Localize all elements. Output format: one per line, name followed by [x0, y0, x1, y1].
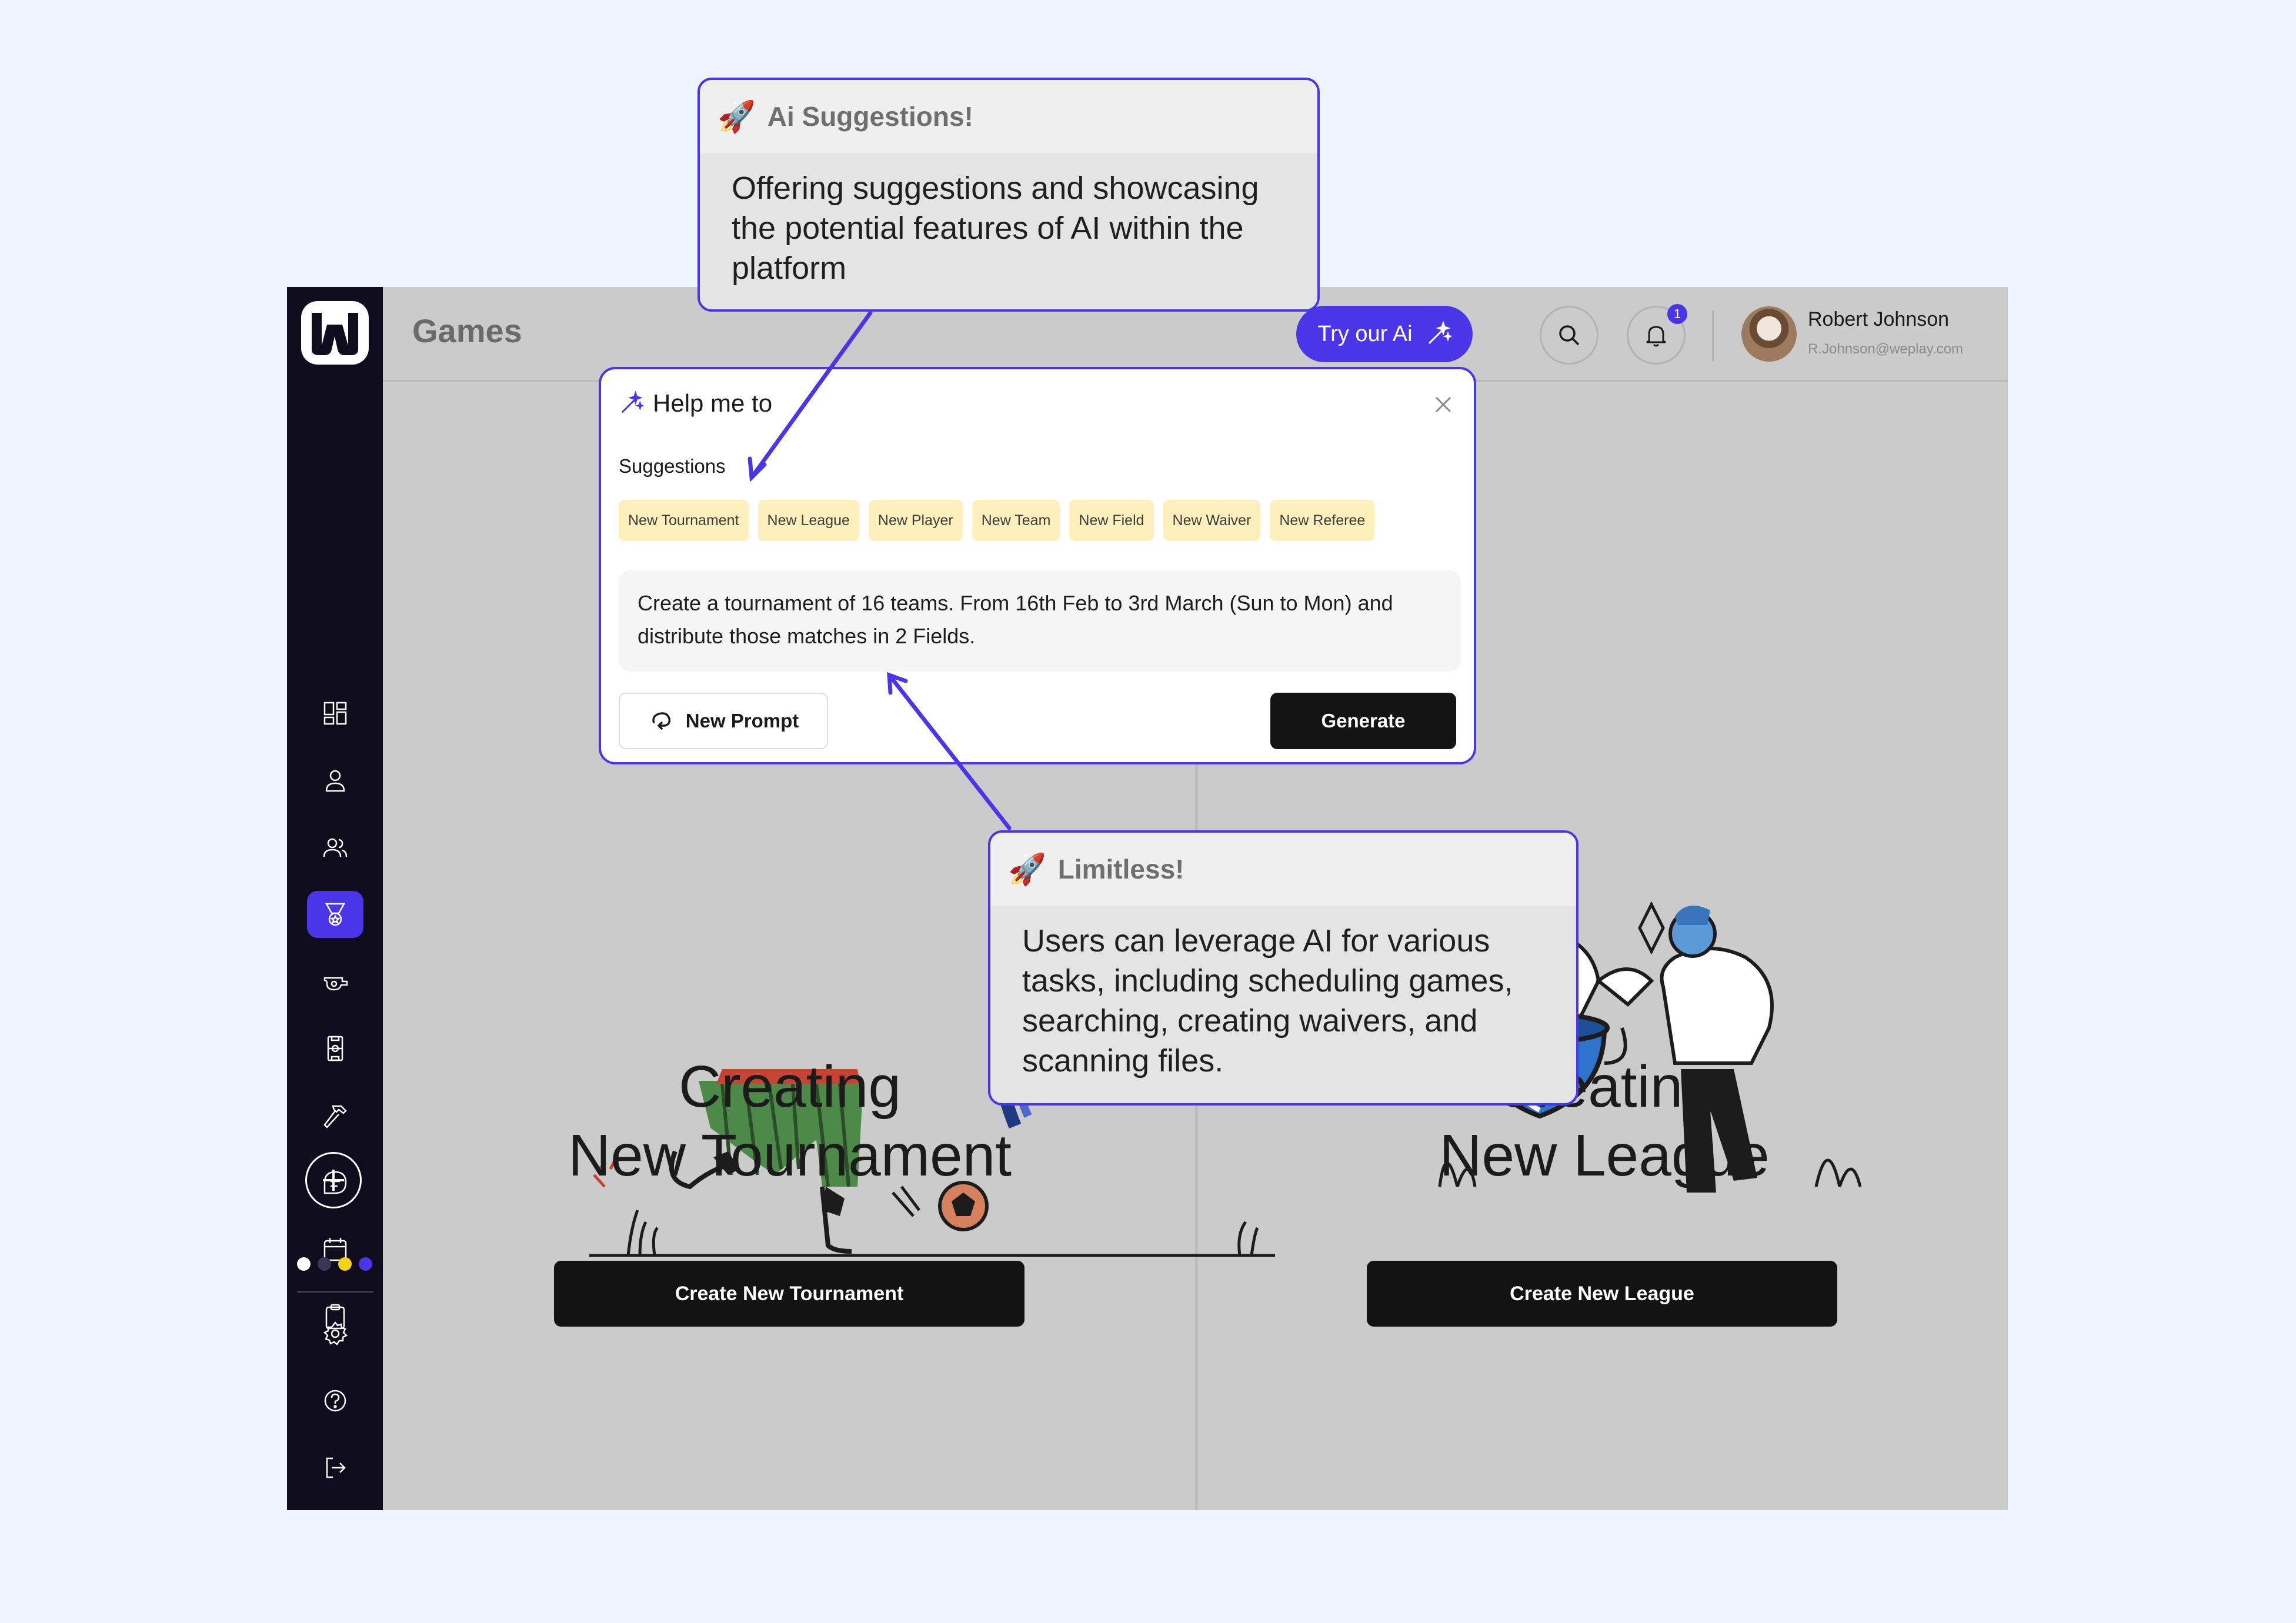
weplay-logo — [301, 301, 369, 365]
add-button[interactable] — [305, 1152, 362, 1208]
sidebar-item-tournaments[interactable] — [307, 891, 363, 938]
sidebar-item-referees[interactable] — [307, 958, 363, 1005]
close-icon[interactable] — [1431, 393, 1455, 416]
callout-title: Limitless! — [1057, 854, 1184, 884]
theme-dot-yellow[interactable] — [338, 1257, 352, 1271]
medal-icon — [325, 903, 346, 926]
prompt-input[interactable]: Create a tournament of 16 teams. From 16… — [619, 570, 1461, 672]
tournament-title-line2: New Tournament — [568, 1123, 1012, 1188]
sidebar-divider — [297, 1291, 373, 1293]
page-title: Games — [412, 312, 522, 349]
user-email: R.Johnson@weplay.com — [1808, 341, 1964, 357]
generate-button[interactable]: Generate — [1270, 693, 1456, 749]
notifications-button[interactable]: 1 — [1627, 304, 1687, 365]
plus-icon — [323, 1170, 344, 1191]
theme-dot-purple[interactable] — [359, 1257, 372, 1271]
callout-body: Offering suggestions and showcasing the … — [732, 171, 1259, 286]
chip-new-waiver[interactable]: New Waiver — [1163, 500, 1261, 541]
search-icon — [1559, 325, 1580, 346]
sidebar-item-logout[interactable] — [307, 1444, 363, 1491]
suggestion-chips: New Tournament New League New Player New… — [619, 500, 1375, 541]
refresh-icon — [652, 712, 670, 730]
new-prompt-button[interactable]: New Prompt — [619, 693, 828, 749]
callout-header: 🚀 Limitless! — [990, 833, 1576, 906]
chip-new-league[interactable]: New League — [757, 500, 859, 541]
league-title-line2: New League — [1439, 1123, 1770, 1188]
modal-title: Help me to — [653, 389, 773, 417]
theme-color-picker — [297, 1257, 372, 1271]
user-icon — [325, 770, 345, 792]
sidebar-item-dashboard[interactable] — [307, 690, 363, 737]
try-ai-button[interactable]: Try our Ai — [1296, 306, 1473, 362]
hammer-icon — [323, 1105, 347, 1128]
ai-help-modal: Help me to Suggestions New Tournament Ne… — [599, 367, 1476, 764]
chip-new-referee[interactable]: New Referee — [1270, 500, 1375, 541]
sidebar-item-players[interactable] — [307, 824, 363, 871]
callout-header: 🚀 Ai Suggestions! — [700, 80, 1317, 153]
help-icon — [324, 1390, 346, 1412]
field-icon — [327, 1036, 343, 1061]
user-name: Robert Johnson — [1808, 308, 1950, 330]
rocket-icon: 🚀 — [718, 99, 756, 134]
users-icon — [323, 838, 348, 857]
bell-icon — [1646, 326, 1666, 347]
ai-suggestions-callout: 🚀 Ai Suggestions! Offering suggestions a… — [698, 78, 1320, 312]
magic-wand-icon — [1428, 321, 1451, 345]
dashboard-icon — [323, 702, 347, 725]
topbar-divider — [1712, 310, 1714, 361]
create-league-button[interactable]: Create New League — [1367, 1261, 1837, 1327]
sidebar-item-help[interactable] — [307, 1377, 363, 1424]
sidebar-item-tools[interactable] — [307, 1092, 363, 1139]
modal-header: Help me to — [619, 389, 772, 418]
chip-new-tournament[interactable]: New Tournament — [619, 500, 749, 541]
limitless-callout: 🚀 Limitless! Users can leverage AI for v… — [988, 830, 1578, 1106]
new-prompt-label: New Prompt — [685, 710, 799, 732]
sidebar-item-settings[interactable] — [307, 1310, 363, 1357]
notification-badge: 1 — [1667, 304, 1687, 324]
theme-dot-white[interactable] — [297, 1257, 311, 1271]
logout-icon — [326, 1457, 346, 1478]
sidebar — [287, 287, 383, 1510]
rocket-icon: 🚀 — [1008, 852, 1046, 887]
search-button[interactable] — [1540, 306, 1598, 365]
avatar[interactable] — [1741, 306, 1797, 362]
chip-new-team[interactable]: New Team — [972, 500, 1060, 541]
gear-icon — [323, 1321, 348, 1345]
try-ai-label: Try our Ai — [1317, 321, 1413, 346]
callout-body: Users can leverage AI for various tasks,… — [1022, 923, 1513, 1078]
theme-dot-dark[interactable] — [318, 1257, 331, 1271]
sidebar-item-profile[interactable] — [307, 757, 363, 804]
sidebar-item-fields[interactable] — [307, 1025, 363, 1072]
suggestions-label: Suggestions — [619, 455, 726, 477]
callout-title: Ai Suggestions! — [767, 101, 973, 132]
whistle-icon — [323, 977, 348, 991]
create-tournament-button[interactable]: Create New Tournament — [554, 1261, 1024, 1327]
chip-new-player[interactable]: New Player — [868, 500, 963, 541]
chip-new-field[interactable]: New Field — [1069, 500, 1154, 541]
magic-wand-icon — [621, 391, 643, 413]
